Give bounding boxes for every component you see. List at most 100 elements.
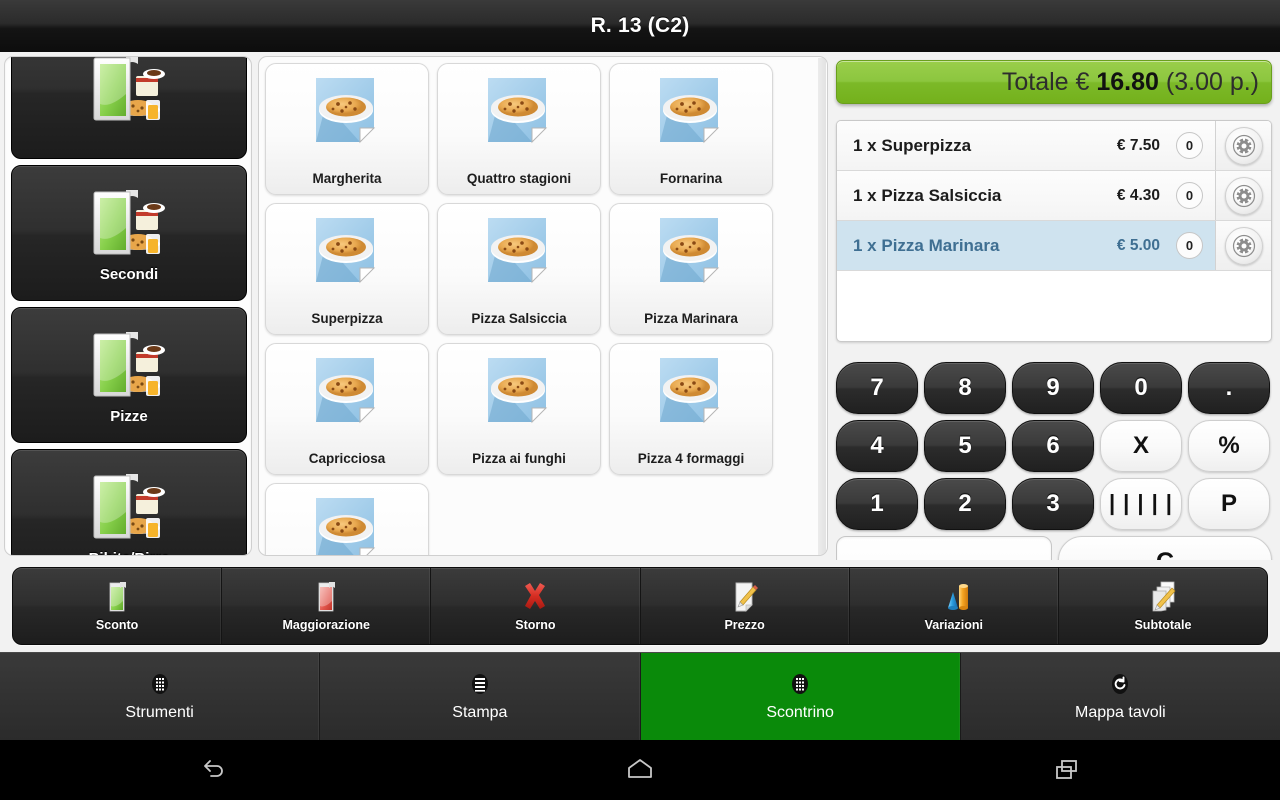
keypad-key-2[interactable]: 2 — [924, 478, 1006, 530]
product-grid: Margherita Quattro stagioni Fornarina Su… — [265, 63, 817, 555]
sidebar-item-bibite-birre[interactable]: Bibite/Birre — [11, 449, 247, 555]
order-line[interactable]: 1 x Pizza Marinara € 5.00 0 — [837, 221, 1271, 271]
grid-right-band — [818, 58, 826, 555]
back-button[interactable] — [0, 740, 427, 800]
grid-icon — [792, 673, 809, 694]
product-label: Pizza Salsiccia — [471, 311, 567, 326]
receipt-panel: Totale € 16.80 (3.00 p.) 1 x Superpizza … — [832, 56, 1276, 588]
action-sconto[interactable]: Sconto — [13, 568, 223, 644]
order-line-gear-button[interactable] — [1224, 126, 1263, 165]
product-margherita[interactable]: Margherita — [265, 63, 429, 195]
keypad-row: 4 5 6 X% — [836, 420, 1272, 472]
order-line-options-cell — [1215, 121, 1271, 170]
product-pizza-salsiccia[interactable]: Pizza Salsiccia — [437, 203, 601, 335]
dish-icon — [316, 218, 376, 284]
keypad-key-1[interactable]: 1 — [836, 478, 918, 530]
product-grid-panel[interactable]: Margherita Quattro stagioni Fornarina Su… — [258, 56, 828, 556]
dish-icon — [660, 218, 720, 284]
category-sidebar[interactable]: Secondi Pizze — [4, 56, 252, 556]
gear-icon — [1232, 234, 1255, 257]
product-label: Quattro stagioni — [466, 171, 572, 186]
keypad-key-decimal[interactable]: . — [1188, 362, 1270, 414]
pos-application: R. 13 (C2) Secondi Pizze Margherita Quat… — [0, 0, 1280, 800]
order-line[interactable]: 1 x Pizza Salsiccia € 4.30 0 — [837, 171, 1271, 221]
sidebar-item-secondi[interactable]: Secondi — [11, 165, 247, 301]
total-text: Totale € 16.80 (3.00 p.) — [1002, 68, 1259, 97]
keypad-key-barcode[interactable]: ||||| — [1100, 478, 1182, 530]
order-line-options-cell — [1215, 171, 1271, 220]
bottom-navigation: Strumenti Stampa Scontrino Mappa tavoli — [0, 652, 1280, 740]
recents-button[interactable] — [853, 740, 1280, 800]
keypad-key-7[interactable]: 7 — [836, 362, 918, 414]
keypad-key-3[interactable]: 3 — [1012, 478, 1094, 530]
product-pizza-marinara[interactable]: Pizza Marinara — [609, 203, 773, 335]
order-line-qty-badge: 0 — [1176, 182, 1203, 209]
action-label: Subtotale — [1134, 618, 1192, 632]
keypad-key-%[interactable]: % — [1188, 420, 1270, 472]
order-line-gear-button[interactable] — [1224, 176, 1263, 215]
order-line-name: 1 x Pizza Salsiccia — [853, 185, 1002, 205]
dish-icon — [308, 494, 386, 555]
product-superpizza[interactable]: Superpizza — [265, 203, 429, 335]
dish-icon — [660, 78, 720, 144]
action-label: Storno — [515, 618, 556, 632]
dish-icon — [480, 214, 558, 292]
folder-menu-icon — [86, 184, 172, 262]
keypad-key-p[interactable]: P — [1188, 478, 1270, 530]
page-title: R. 13 (C2) — [590, 14, 690, 37]
keypad-key-6[interactable]: 6 — [1012, 420, 1094, 472]
order-line[interactable]: 1 x Superpizza € 7.50 0 — [837, 121, 1271, 171]
product-label: Capricciosa — [308, 451, 386, 466]
red-x-icon — [525, 583, 546, 609]
order-line-options-cell — [1215, 221, 1271, 270]
dish-icon — [488, 358, 548, 424]
action-subtotale[interactable]: Subtotale — [1059, 568, 1267, 644]
order-line-price: € 4.30 — [1116, 186, 1160, 204]
keypad-key-x[interactable]: X — [1100, 420, 1182, 472]
keypad-rows: 7 8 9 0. 4 5 6 X% 1 2 3 ||||| P — [836, 362, 1272, 530]
order-line-gear-button[interactable] — [1224, 226, 1263, 265]
action-prezzo[interactable]: Prezzo — [641, 568, 850, 644]
action-toolbar: Sconto Maggiorazione Storno Prezzo Varia… — [0, 560, 1280, 652]
gear-icon — [1232, 134, 1255, 157]
recents-icon — [1055, 760, 1077, 779]
action-variazioni[interactable]: Variazioni — [850, 568, 1059, 644]
refresh-icon — [1112, 673, 1129, 694]
product-capricciosa[interactable]: Capricciosa — [265, 343, 429, 475]
nav-strumenti[interactable]: Strumenti — [0, 653, 321, 740]
action-storno[interactable]: Storno — [431, 568, 641, 644]
nav-scontrino[interactable]: Scontrino — [640, 653, 961, 740]
product-label: Margherita — [312, 171, 382, 186]
product-label: Pizza ai funghi — [472, 451, 566, 466]
action-label: Variazioni — [924, 618, 983, 632]
product-pizza-ai-funghi[interactable]: Pizza ai funghi — [437, 343, 601, 475]
keypad-key-9[interactable]: 9 — [1012, 362, 1094, 414]
product-fornarina[interactable]: Fornarina — [609, 63, 773, 195]
product-label: Superpizza — [311, 311, 383, 326]
nav-mappa-tavoli[interactable]: Mappa tavoli — [960, 653, 1280, 740]
action-maggiorazione[interactable]: Maggiorazione — [222, 568, 432, 644]
folder-menu-icon — [93, 57, 165, 121]
keypad-key-5[interactable]: 5 — [924, 420, 1006, 472]
order-line-price: € 7.50 — [1116, 136, 1160, 154]
order-line-list[interactable]: 1 x Superpizza € 7.50 0 1 x Pizza Salsic… — [836, 120, 1272, 342]
sidebar-item-label: Pizze — [110, 407, 148, 425]
nav-stampa[interactable]: Stampa — [320, 653, 641, 740]
product-pizza-4-formaggi[interactable]: Pizza 4 formaggi — [609, 343, 773, 475]
sidebar-item-pizze[interactable]: Pizze — [11, 307, 247, 443]
product-item[interactable] — [265, 483, 429, 555]
folder-menu-icon — [86, 57, 172, 128]
product-quattro-stagioni[interactable]: Quattro stagioni — [437, 63, 601, 195]
keypad-key-8[interactable]: 8 — [924, 362, 1006, 414]
dish-icon — [308, 74, 386, 152]
home-icon — [628, 759, 652, 778]
numeric-keypad[interactable]: 7890.456X%123|||||P C — [836, 362, 1272, 588]
folder-menu-icon — [86, 326, 172, 404]
keypad-key-0[interactable]: 0 — [1100, 362, 1182, 414]
home-button[interactable] — [427, 740, 854, 800]
folder-menu-icon — [86, 468, 172, 546]
sidebar-item-partial[interactable] — [11, 57, 247, 159]
dish-icon — [308, 354, 386, 432]
keypad-key-4[interactable]: 4 — [836, 420, 918, 472]
list-icon — [471, 673, 488, 694]
